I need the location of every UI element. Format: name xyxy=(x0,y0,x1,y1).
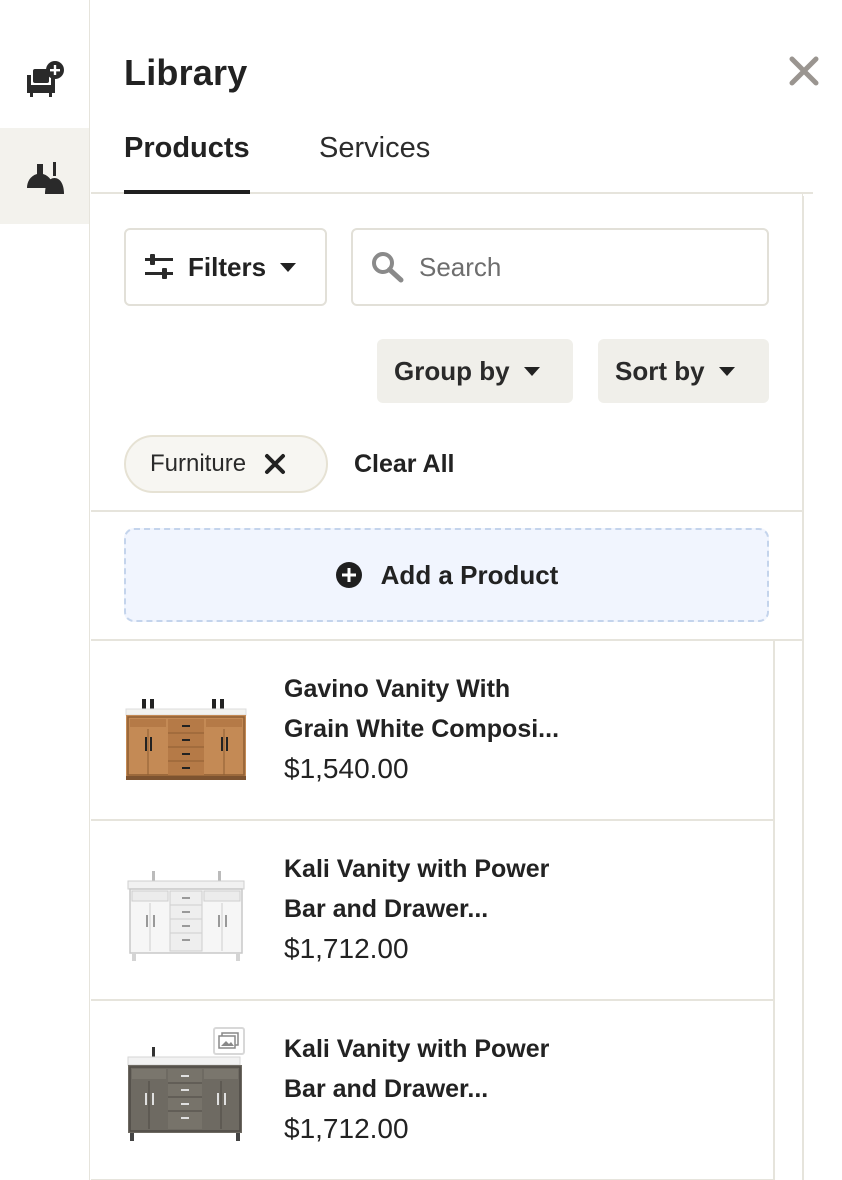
filters-button[interactable]: Filters xyxy=(124,228,327,306)
sort-by-label: Sort by xyxy=(615,355,705,386)
product-thumbnail xyxy=(127,871,245,961)
lamp-icon xyxy=(26,162,64,194)
chevron-down-icon xyxy=(280,262,297,272)
image-gallery-icon xyxy=(213,1027,245,1055)
product-name: Kali Vanity with Power Bar and Drawer... xyxy=(284,855,550,923)
list-item[interactable]: Gavino Vanity With Grain White Composi..… xyxy=(91,641,773,821)
armchair-plus-icon xyxy=(26,61,64,97)
sort-by-button[interactable]: Sort by xyxy=(598,339,769,403)
list-item[interactable]: Kali Vanity with Power Bar and Drawer...… xyxy=(91,821,773,1001)
filter-chip-label: Furniture xyxy=(150,450,247,477)
product-price: $1,540.00 xyxy=(284,753,409,784)
search-icon xyxy=(372,252,404,283)
close-button[interactable] xyxy=(785,52,823,90)
filters-label: Filters xyxy=(188,251,267,282)
product-name: Gavino Vanity With Grain White Composi..… xyxy=(284,675,560,743)
search-box[interactable] xyxy=(351,228,769,306)
sliders-icon xyxy=(145,254,173,279)
tab-bar: Products Services xyxy=(91,124,813,194)
list-scrollbar[interactable] xyxy=(773,641,803,1180)
search-input[interactable] xyxy=(419,251,749,283)
chevron-down-icon xyxy=(718,366,735,376)
library-panel: Library Products Services Filters Search… xyxy=(91,0,842,1180)
panel-scrollbar[interactable] xyxy=(803,196,833,1180)
filter-chip-furniture[interactable]: Furniture xyxy=(124,435,328,493)
product-price: $1,712.00 xyxy=(284,1113,409,1144)
product-name: Kali Vanity with Power Bar and Drawer... xyxy=(284,1035,550,1103)
product-thumbnail xyxy=(125,699,247,780)
list-item[interactable]: Kali Vanity with Power Bar and Drawer...… xyxy=(91,1001,773,1180)
plus-circle-icon xyxy=(335,562,362,588)
clear-all-link[interactable]: Clear All xyxy=(354,450,455,479)
product-list: Gavino Vanity With Grain White Composi..… xyxy=(91,641,773,1180)
product-price: $1,712.00 xyxy=(284,933,409,964)
left-rail xyxy=(0,0,90,1180)
add-product-button[interactable]: Add a Product xyxy=(124,528,769,622)
remove-filter-icon[interactable] xyxy=(264,453,286,475)
add-product-label: Add a Product xyxy=(380,559,559,590)
rail-add-furniture-button[interactable] xyxy=(0,33,89,129)
close-icon xyxy=(789,56,819,86)
rail-lamps-button[interactable] xyxy=(0,128,89,224)
tab-services[interactable]: Services xyxy=(319,132,430,183)
group-by-button[interactable]: Group by xyxy=(377,339,573,403)
divider xyxy=(91,510,803,512)
tab-products[interactable]: Products xyxy=(124,132,250,194)
panel-title: Library xyxy=(124,52,248,93)
group-by-label: Group by xyxy=(394,355,510,386)
chevron-down-icon xyxy=(523,366,540,376)
